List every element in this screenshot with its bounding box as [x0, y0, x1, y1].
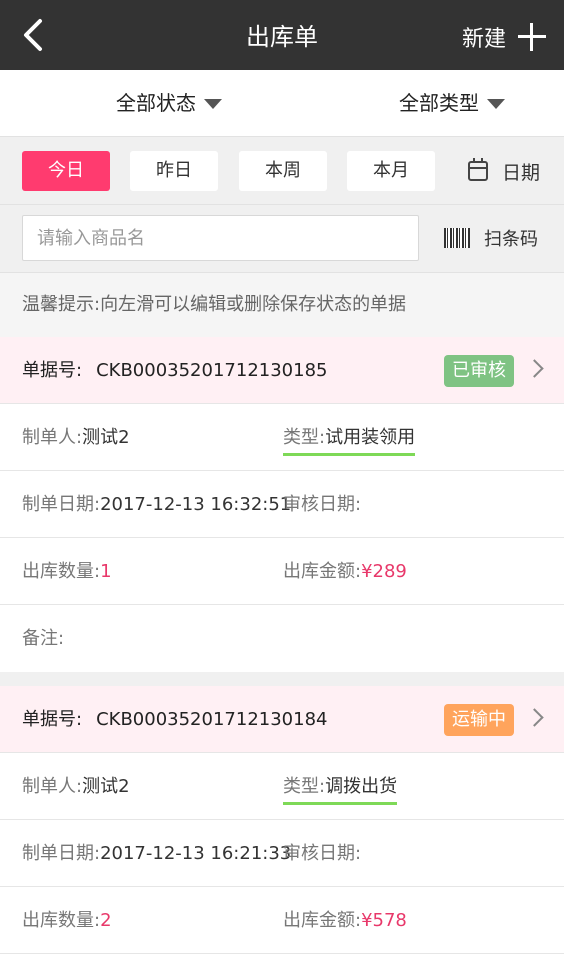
order-row: 制单人:测试2 类型:试用装领用 [0, 404, 564, 471]
new-label: 新建 [461, 27, 506, 52]
plus-icon [518, 23, 546, 51]
search-bar: 扫条码 [0, 205, 564, 273]
amount-value: ¥289 [361, 561, 407, 582]
date-yesterday-button[interactable]: 昨日 [130, 151, 218, 191]
order-row: 出库数量:2 出库金额:¥578 [0, 887, 564, 954]
creator-label: 制单人: [22, 776, 83, 797]
calendar-icon [468, 158, 488, 181]
filter-bar: 全部状态 全部类型 [0, 70, 564, 137]
order-card[interactable]: 单据号: CKB00035201712130185 已审核 制单人:测试2 类型:… [0, 337, 564, 672]
type-filter-label: 全部类型 [399, 91, 479, 115]
create-date-label: 制单日期: [22, 494, 101, 515]
order-header[interactable]: 单据号: CKB00035201712130184 运输中 [0, 686, 564, 753]
chevron-right-icon [525, 359, 544, 378]
order-header[interactable]: 单据号: CKB00035201712130185 已审核 [0, 337, 564, 404]
status-filter[interactable]: 全部状态 [116, 70, 222, 137]
type-label: 类型: [283, 427, 326, 448]
create-date-value: 2017-12-13 16:32:51 [100, 494, 292, 515]
create-date-value: 2017-12-13 16:21:33 [100, 843, 292, 864]
order-row: 制单人:测试2 类型:调拨出货 [0, 753, 564, 820]
date-week-button[interactable]: 本周 [239, 151, 327, 191]
amount-label: 出库金额: [283, 910, 362, 931]
dropdown-triangle-icon [204, 98, 222, 109]
doc-number-value: CKB00035201712130184 [96, 709, 328, 730]
type-filter[interactable]: 全部类型 [399, 70, 505, 137]
doc-number: 单据号: CKB00035201712130184 [22, 686, 328, 753]
product-search-input[interactable] [22, 215, 419, 261]
creator-value: 测试2 [82, 427, 130, 448]
date-picker-label: 日期 [502, 161, 541, 184]
quantity-value: 2 [100, 910, 112, 931]
chevron-right-icon [525, 708, 544, 727]
creator-value: 测试2 [82, 776, 130, 797]
doc-number-value: CKB00035201712130185 [96, 360, 328, 381]
order-card[interactable]: 单据号: CKB00035201712130184 运输中 制单人:测试2 类型:… [0, 686, 564, 954]
status-filter-label: 全部状态 [116, 91, 196, 115]
create-date-label: 制单日期: [22, 843, 101, 864]
date-month-button[interactable]: 本月 [347, 151, 435, 191]
order-row: 制单日期:2017-12-13 16:32:51 审核日期: [0, 471, 564, 538]
type-value: 试用装领用 [325, 427, 416, 448]
audit-date-label: 审核日期: [283, 843, 362, 864]
scan-barcode-button[interactable]: 扫条码 [444, 215, 538, 261]
nav-bar: 出库单 新建 [0, 0, 564, 70]
doc-number-label: 单据号: [22, 360, 83, 381]
creator-label: 制单人: [22, 427, 83, 448]
doc-number-label: 单据号: [22, 709, 83, 730]
quantity-value: 1 [100, 561, 112, 582]
order-row: 制单日期:2017-12-13 16:21:33 审核日期: [0, 820, 564, 887]
dropdown-triangle-icon [487, 98, 505, 109]
barcode-icon [444, 228, 470, 248]
amount-value: ¥578 [361, 910, 407, 931]
date-today-button[interactable]: 今日 [22, 151, 110, 191]
hint-text: 温馨提示:向左滑可以编辑或删除保存状态的单据 [0, 273, 564, 337]
doc-number: 单据号: CKB00035201712130185 [22, 337, 328, 404]
order-row: 备注: [0, 605, 564, 672]
type-field: 类型:调拨出货 [283, 772, 398, 805]
amount-label: 出库金额: [283, 561, 362, 582]
type-value: 调拨出货 [325, 776, 398, 797]
note-label: 备注: [22, 628, 65, 649]
quantity-label: 出库数量: [22, 910, 101, 931]
date-picker-button[interactable]: 日期 [468, 151, 540, 191]
type-label: 类型: [283, 776, 326, 797]
status-badge: 已审核 [444, 355, 514, 387]
status-badge: 运输中 [444, 704, 514, 736]
quantity-label: 出库数量: [22, 561, 101, 582]
scan-barcode-label: 扫条码 [484, 229, 538, 250]
new-button[interactable]: 新建 [462, 0, 546, 74]
audit-date-label: 审核日期: [283, 494, 362, 515]
order-row: 出库数量:1 出库金额:¥289 [0, 538, 564, 605]
date-range-bar: 今日 昨日 本周 本月 日期 [0, 137, 564, 205]
card-separator [0, 672, 564, 686]
type-field: 类型:试用装领用 [283, 423, 416, 456]
